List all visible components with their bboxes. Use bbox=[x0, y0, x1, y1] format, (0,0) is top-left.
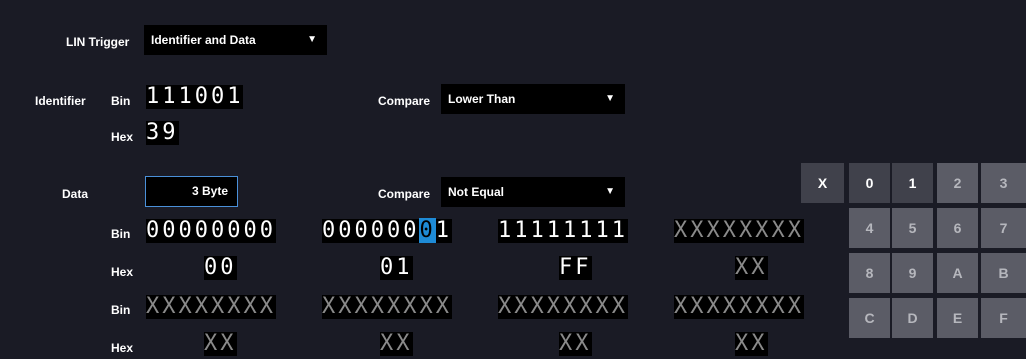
data-byte4-hex[interactable]: XX bbox=[204, 332, 237, 356]
chevron-down-icon: ▼ bbox=[307, 34, 317, 45]
key-3-button[interactable]: 3 bbox=[981, 163, 1026, 203]
data-row1-hex-label: Hex bbox=[111, 265, 134, 279]
data-byte0-hex[interactable]: 00 bbox=[204, 256, 237, 280]
key-5-button[interactable]: 5 bbox=[892, 208, 933, 248]
key-clear-button[interactable]: X bbox=[801, 163, 844, 203]
key-1-button[interactable]: 1 bbox=[892, 163, 933, 203]
key-0-button[interactable]: 0 bbox=[849, 163, 890, 203]
lin-trigger-label: LIN Trigger bbox=[66, 35, 130, 49]
data-compare-dropdown[interactable]: Not Equal ▼ bbox=[441, 177, 625, 207]
data-byte3-hex[interactable]: XX bbox=[735, 256, 768, 280]
key-7-button[interactable]: 7 bbox=[981, 208, 1026, 248]
data-row2-bin-label: Bin bbox=[111, 303, 131, 317]
data-length-field[interactable]: 3 Byte bbox=[145, 176, 238, 207]
trigger-type-value: Identifier and Data bbox=[151, 33, 256, 47]
data-label: Data bbox=[62, 187, 89, 201]
data-byte2-bin[interactable]: 11111111 bbox=[498, 219, 628, 243]
data-byte1-bin-before: 000000 bbox=[322, 218, 420, 243]
key-4-button[interactable]: 4 bbox=[849, 208, 890, 248]
identifier-compare-dropdown[interactable]: Lower Than ▼ bbox=[441, 84, 625, 114]
key-c-button[interactable]: C bbox=[849, 298, 890, 338]
data-byte1-bin-after: 1 bbox=[435, 218, 452, 243]
key-9-button[interactable]: 9 bbox=[892, 253, 933, 293]
key-8-button[interactable]: 8 bbox=[849, 253, 890, 293]
key-a-button[interactable]: A bbox=[937, 253, 978, 293]
data-byte1-bin[interactable]: 00000001 bbox=[322, 218, 452, 243]
key-f-button[interactable]: F bbox=[981, 298, 1026, 338]
data-byte0-bin[interactable]: 00000000 bbox=[146, 219, 276, 243]
key-e-button[interactable]: E bbox=[937, 298, 978, 338]
identifier-compare-value: Lower Than bbox=[448, 92, 516, 106]
identifier-compare-label: Compare bbox=[378, 94, 431, 108]
chevron-down-icon: ▼ bbox=[605, 93, 615, 104]
key-6-button[interactable]: 6 bbox=[937, 208, 978, 248]
identifier-bin-label: Bin bbox=[111, 94, 131, 108]
data-row2-hex-label: Hex bbox=[111, 341, 134, 355]
data-byte6-hex[interactable]: XX bbox=[559, 332, 592, 356]
trigger-type-dropdown[interactable]: Identifier and Data ▼ bbox=[144, 25, 327, 55]
data-byte5-bin[interactable]: XXXXXXXX bbox=[322, 295, 452, 319]
edit-cursor: 0 bbox=[419, 218, 436, 243]
identifier-bin-field[interactable]: 111001 bbox=[146, 85, 244, 109]
data-row1-bin-label: Bin bbox=[111, 227, 131, 241]
data-byte7-bin[interactable]: XXXXXXXX bbox=[674, 295, 804, 319]
data-byte2-hex[interactable]: FF bbox=[559, 256, 592, 280]
identifier-label: Identifier bbox=[35, 94, 86, 108]
data-byte7-hex[interactable]: XX bbox=[735, 332, 768, 356]
identifier-hex-field[interactable]: 39 bbox=[146, 121, 179, 145]
identifier-hex-label: Hex bbox=[111, 130, 134, 144]
key-2-button[interactable]: 2 bbox=[937, 163, 978, 203]
data-byte3-bin[interactable]: XXXXXXXX bbox=[674, 219, 804, 243]
data-byte4-bin[interactable]: XXXXXXXX bbox=[146, 295, 276, 319]
key-b-button[interactable]: B bbox=[981, 253, 1026, 293]
data-compare-label: Compare bbox=[378, 187, 431, 201]
data-byte1-hex[interactable]: 01 bbox=[380, 256, 413, 280]
chevron-down-icon: ▼ bbox=[605, 186, 615, 197]
key-d-button[interactable]: D bbox=[892, 298, 933, 338]
data-compare-value: Not Equal bbox=[448, 185, 504, 199]
data-byte6-bin[interactable]: XXXXXXXX bbox=[498, 295, 628, 319]
data-byte5-hex[interactable]: XX bbox=[380, 332, 413, 356]
